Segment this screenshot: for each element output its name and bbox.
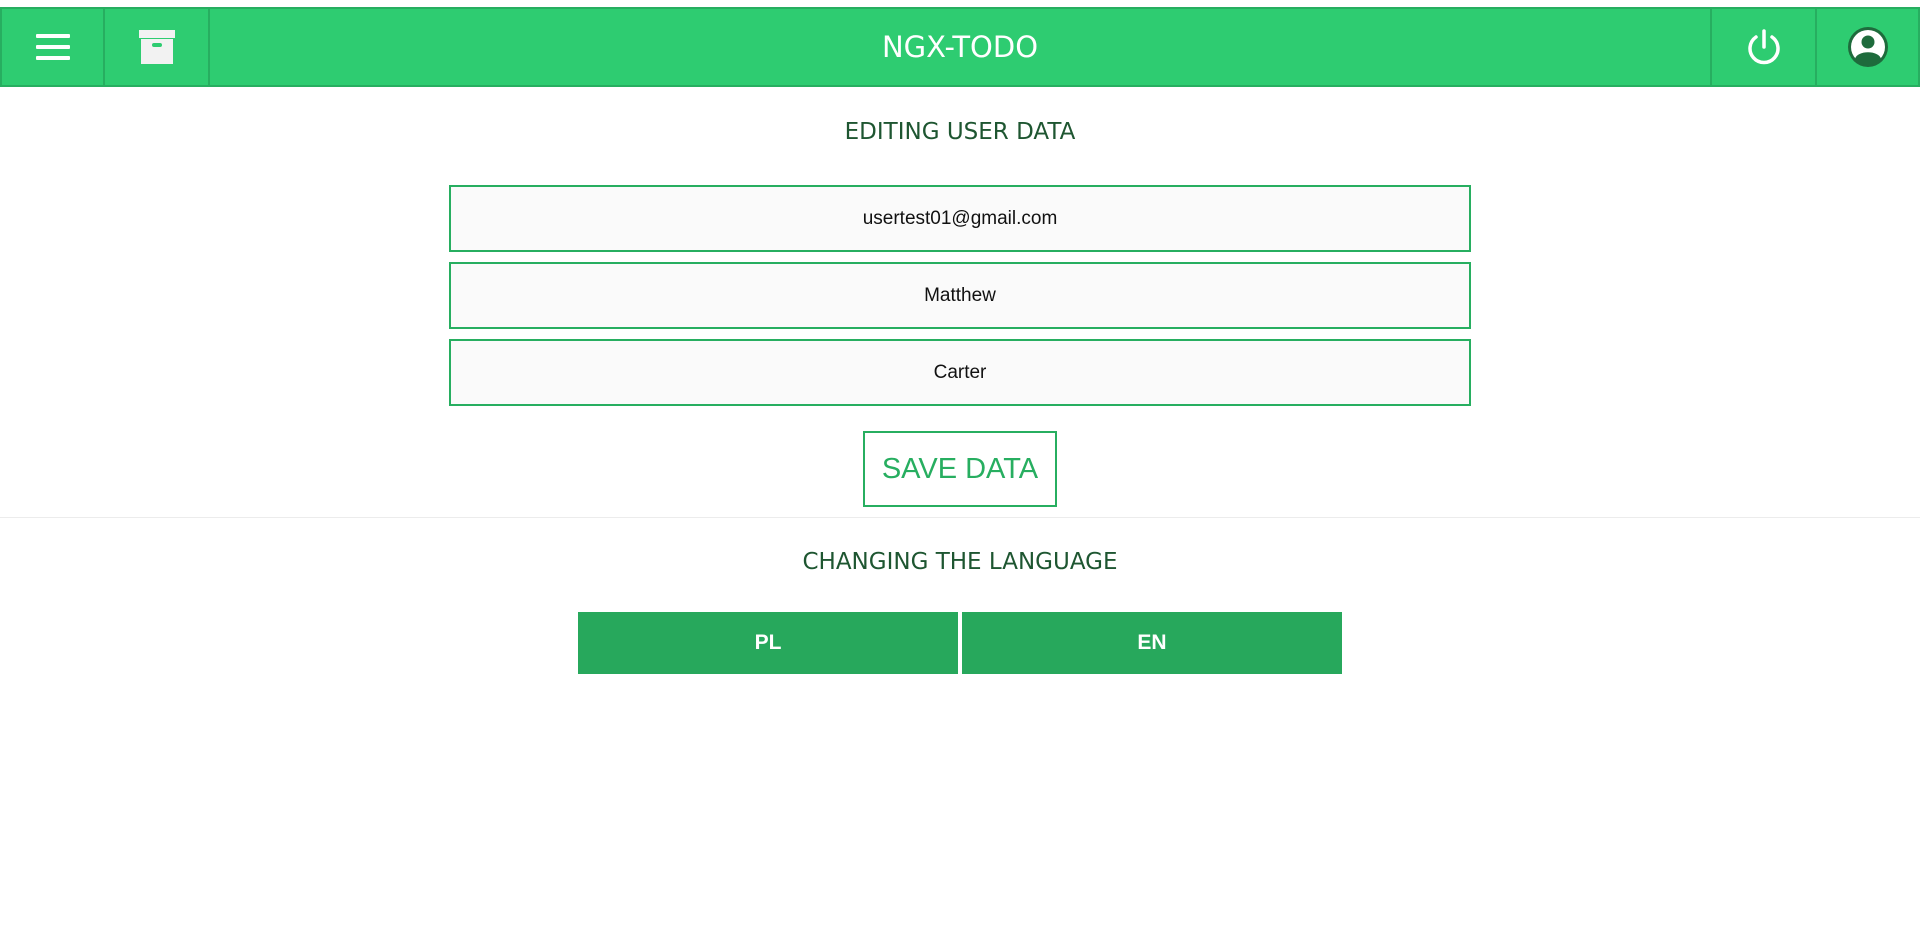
user-profile-button[interactable]: [1815, 9, 1920, 85]
editing-user-data-heading: EDITING USER DATA: [844, 119, 1076, 145]
app-title: NGX-TODO: [881, 30, 1039, 64]
navbar: NGX-TODO: [0, 7, 1920, 87]
email-field[interactable]: [449, 185, 1471, 252]
hamburger-menu-icon: [35, 34, 70, 60]
changing-language-heading: CHANGING THE LANGUAGE: [802, 549, 1118, 575]
save-data-button[interactable]: SAVE DATA: [863, 431, 1057, 507]
top-strip: [0, 0, 1920, 7]
menu-button[interactable]: [0, 9, 105, 85]
language-pl-button[interactable]: PL: [578, 612, 958, 674]
power-icon: [1747, 29, 1780, 65]
last-name-field[interactable]: [449, 339, 1471, 406]
user-account-icon: [1847, 27, 1888, 67]
archive-box-icon: [138, 30, 175, 64]
archive-button[interactable]: [105, 9, 210, 85]
language-en-button[interactable]: EN: [962, 612, 1342, 674]
logout-button[interactable]: [1710, 9, 1815, 85]
section-divider: [0, 517, 1920, 518]
first-name-field[interactable]: [449, 262, 1471, 329]
